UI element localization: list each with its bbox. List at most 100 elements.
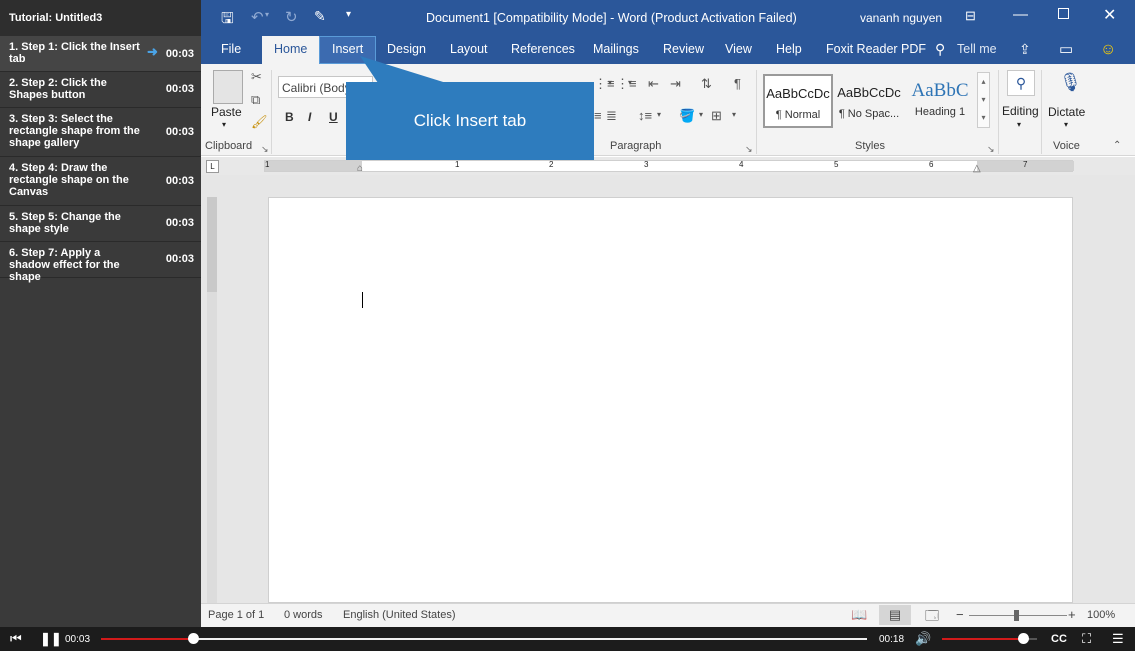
underline-button[interactable]: U <box>329 110 338 124</box>
step-item-1[interactable]: 1. Step 1: Click the Insert tab ➜ 00:03 <box>0 36 201 72</box>
step-item-6[interactable]: 6. Step 7: Apply a shadow effect for the… <box>0 242 201 283</box>
copy-icon[interactable]: ⧉ <box>251 92 260 108</box>
zoom-slider-thumb[interactable] <box>1014 610 1019 621</box>
comments-icon[interactable]: ▭ <box>1059 36 1073 64</box>
search-icon[interactable]: ⚲ <box>935 36 945 64</box>
step-item-3[interactable]: 3. Step 3: Select the rectangle shape fr… <box>0 108 201 157</box>
find-search-icon[interactable]: ⚲ <box>1007 70 1035 96</box>
decrease-indent-icon[interactable]: ⇤ <box>648 76 659 92</box>
clipboard-group-label: Clipboard <box>205 140 253 152</box>
dictate-dropdown-icon[interactable]: ▾ <box>1064 120 1068 129</box>
multilevel-dropdown-icon[interactable]: ▾ <box>628 78 632 87</box>
style-heading-1[interactable]: AaBbC Heading 1 <box>905 74 975 128</box>
ribbon-display-options-icon[interactable]: ⊟ <box>965 8 976 24</box>
word-count[interactable]: 0 words <box>284 609 323 621</box>
volume-track[interactable] <box>942 633 1037 644</box>
line-spacing-icon[interactable]: ↕≡ <box>638 108 652 123</box>
style-no-spacing[interactable]: AaBbCcDc ¶ No Spac... <box>834 74 904 128</box>
clipboard-launcher-icon[interactable]: ↘ <box>261 144 269 155</box>
style-name: ¶ No Spac... <box>838 108 900 120</box>
shading-icon[interactable]: 🪣 <box>679 108 695 124</box>
italic-button[interactable]: I <box>308 110 311 124</box>
web-layout-icon[interactable]: 🗔 <box>925 607 939 629</box>
page-count[interactable]: Page 1 of 1 <box>208 609 264 621</box>
step-item-2[interactable]: 2. Step 2: Click the Shapes button 00:03 <box>0 72 201 108</box>
vertical-ruler[interactable] <box>207 197 217 603</box>
cut-icon[interactable]: ✂ <box>251 69 262 85</box>
paste-button[interactable]: Paste <box>211 105 242 119</box>
right-indent-marker-icon[interactable]: △ <box>973 163 981 174</box>
tab-file[interactable]: File <box>221 36 241 64</box>
editing-button[interactable]: Editing <box>1002 104 1039 118</box>
zoom-out-icon[interactable]: − <box>956 607 964 622</box>
close-icon[interactable]: ✕ <box>1103 5 1116 25</box>
step-item-5[interactable]: 5. Step 5: Change the shape style 00:03 <box>0 206 201 242</box>
save-icon[interactable]: 🖫 <box>221 8 234 33</box>
style-normal[interactable]: AaBbCcDc ¶ Normal <box>763 74 833 128</box>
show-formatting-marks-icon[interactable]: ¶ <box>734 76 741 91</box>
borders-dropdown-icon[interactable]: ▾ <box>732 110 736 119</box>
left-indent-marker-icon[interactable]: ⌂ <box>357 163 363 174</box>
ruler-number: 7 <box>1023 160 1028 169</box>
bold-button[interactable]: B <box>285 110 294 124</box>
language-status[interactable]: English (United States) <box>343 609 456 621</box>
paragraph-launcher-icon[interactable]: ↘ <box>745 144 753 155</box>
paste-dropdown-icon[interactable]: ▾ <box>222 120 226 129</box>
zoom-level[interactable]: 100% <box>1087 609 1115 621</box>
shading-dropdown-icon[interactable]: ▾ <box>699 110 703 119</box>
sort-icon[interactable]: ⇅ <box>701 76 712 92</box>
styles-gallery-scroll[interactable]: ▴ ▾ ▾ <box>977 72 990 128</box>
undo-icon[interactable]: ↶ <box>251 8 264 26</box>
editing-dropdown-icon[interactable]: ▾ <box>1017 120 1021 129</box>
pause-icon[interactable]: ❚❚ <box>40 631 62 647</box>
tell-me-search[interactable]: Tell me <box>957 36 997 64</box>
share-icon[interactable]: ⇪ <box>1019 36 1031 64</box>
document-page[interactable] <box>268 197 1073 603</box>
justify-icon[interactable]: ≣ <box>606 108 617 124</box>
print-layout-icon[interactable]: ▤ <box>879 605 911 625</box>
line-spacing-dropdown-icon[interactable]: ▾ <box>657 110 661 119</box>
tab-foxit-reader-pdf[interactable]: Foxit Reader PDF <box>826 36 926 64</box>
volume-thumb[interactable] <box>1017 633 1029 644</box>
tab-references[interactable]: References <box>511 36 575 64</box>
tab-selector-icon[interactable]: L <box>206 160 219 173</box>
paste-clipboard-icon[interactable] <box>213 70 243 104</box>
undo-dropdown-icon[interactable]: ▾ <box>265 10 269 19</box>
redo-icon[interactable]: ↻ <box>285 8 298 26</box>
microphone-icon[interactable]: 🎙 <box>1059 72 1082 93</box>
increase-indent-icon[interactable]: ⇥ <box>670 76 681 92</box>
format-painter-icon[interactable]: 🖌 <box>251 114 268 130</box>
read-mode-icon[interactable]: 📖 <box>851 607 867 623</box>
step-item-4[interactable]: 4. Step 4: Draw the rectangle shape on t… <box>0 157 201 206</box>
tab-home[interactable]: Home <box>262 36 320 64</box>
collapse-ribbon-icon[interactable]: ⌃ <box>1113 140 1121 151</box>
align-right-icon[interactable]: ≡ <box>594 108 602 123</box>
fullscreen-icon[interactable]: ⛶ <box>1082 631 1091 647</box>
progress-thumb[interactable] <box>187 633 199 644</box>
minimize-icon[interactable]: — <box>1013 6 1028 23</box>
ruler-top-margin <box>207 197 217 292</box>
numbering-dropdown-icon[interactable]: ▾ <box>608 78 612 87</box>
progress-track[interactable] <box>101 633 867 644</box>
step-duration: 00:03 <box>165 83 194 95</box>
closed-captions-button[interactable]: CC <box>1051 633 1067 645</box>
tab-view[interactable]: View <box>725 36 752 64</box>
style-sample: AaBbC <box>911 80 969 101</box>
menu-list-icon[interactable]: ☰ <box>1112 631 1124 647</box>
volume-icon[interactable]: 🔊 <box>915 631 931 647</box>
skip-back-icon[interactable]: ⏮ <box>10 631 22 647</box>
touch-mode-icon[interactable]: ✎ <box>314 8 326 25</box>
tab-review[interactable]: Review <box>663 36 704 64</box>
styles-launcher-icon[interactable]: ↘ <box>987 144 995 155</box>
multilevel-list-icon[interactable]: ⋮≡ <box>616 76 637 92</box>
user-name[interactable]: vananh nguyen <box>860 11 942 25</box>
tab-mailings[interactable]: Mailings <box>593 36 639 64</box>
dictate-button[interactable]: Dictate <box>1048 105 1085 119</box>
maximize-icon[interactable] <box>1058 8 1069 19</box>
smiley-feedback-icon[interactable]: ☺ <box>1100 36 1116 64</box>
horizontal-ruler[interactable]: L 1 1 2 3 4 5 6 7 ⌂ △ <box>201 157 1135 175</box>
zoom-in-icon[interactable]: + <box>1068 607 1076 622</box>
tab-help[interactable]: Help <box>776 36 802 64</box>
customize-qat-icon[interactable]: ▾ <box>346 9 351 20</box>
borders-icon[interactable]: ⊞ <box>711 108 722 124</box>
